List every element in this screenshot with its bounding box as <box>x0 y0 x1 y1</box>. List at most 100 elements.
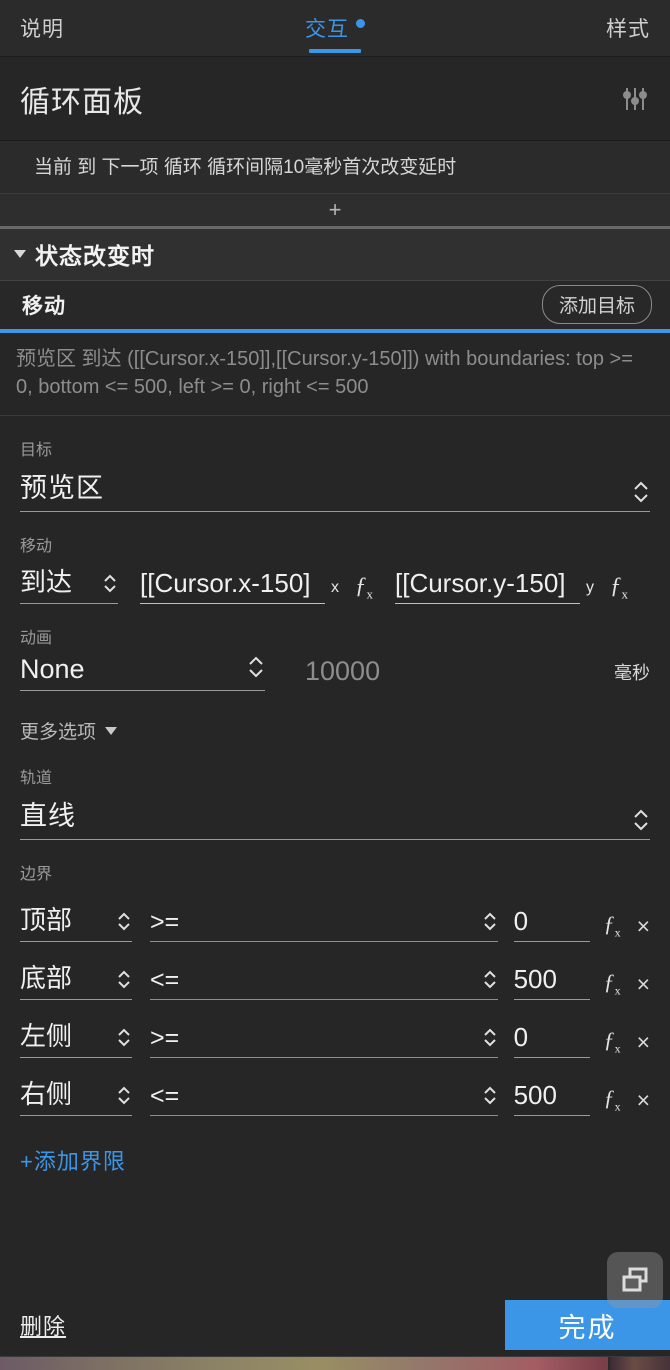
boundary-side-select[interactable]: 底部 <box>20 958 132 1001</box>
tab-interaction-label: 交互 <box>305 18 349 41</box>
boundary-operator-value: >= <box>150 908 180 937</box>
panel-title-bar: 循环面板 <box>0 57 670 141</box>
boundary-operator-value: <= <box>150 966 180 995</box>
remove-boundary-icon[interactable]: × <box>637 913 650 942</box>
duration-unit-label: 毫秒 <box>614 663 650 684</box>
animation-select-value: None <box>20 654 85 685</box>
caret-down-icon <box>105 726 118 735</box>
chevron-updown-icon <box>116 1026 132 1053</box>
boundary-operator-select[interactable]: <= <box>150 966 498 1001</box>
boundary-row: 顶部 >= 0 ƒx × <box>20 900 650 943</box>
boundary-operator-value: <= <box>150 1082 180 1111</box>
coord-y-value: [[Cursor.y-150] <box>395 568 566 599</box>
chevron-updown-icon <box>116 1084 132 1111</box>
duration-input[interactable]: 10000 <box>305 656 380 691</box>
boundary-value-input[interactable]: 0 <box>513 906 590 943</box>
chevron-updown-icon <box>632 807 650 833</box>
chevron-updown-icon <box>482 1026 498 1053</box>
boundary-value-text: 0 <box>513 1022 529 1053</box>
boundary-value-text: 0 <box>513 906 529 937</box>
boundary-row: 底部 <= 500 ƒx × <box>20 958 650 1001</box>
target-select[interactable]: 预览区 <box>20 466 650 513</box>
coord-x-axis-label: x <box>331 579 339 597</box>
floating-window-switch-button[interactable] <box>607 1252 663 1308</box>
action-form: 目标 预览区 移动 到达 [[Cursor.x-150] x ƒx [[Curs… <box>0 436 670 1177</box>
track-select[interactable]: 直线 <box>20 794 650 841</box>
chevron-updown-icon <box>482 1084 498 1111</box>
caret-down-icon <box>14 250 26 259</box>
add-interaction-button[interactable]: + <box>0 192 670 229</box>
animation-row: None 10000 毫秒 <box>20 654 650 692</box>
boundary-side-select[interactable]: 左侧 <box>20 1016 132 1059</box>
coord-x-value: [[Cursor.x-150] <box>140 568 311 599</box>
background-tab-corner <box>608 1357 670 1370</box>
boundary-side-select[interactable]: 顶部 <box>20 900 132 943</box>
action-description[interactable]: 预览区 到达 ([[Cursor.x-150]],[[Cursor.y-150]… <box>0 328 670 417</box>
tab-description-label: 说明 <box>20 18 64 41</box>
chevron-updown-icon <box>247 654 265 685</box>
chevron-updown-icon <box>116 910 132 937</box>
boundary-field-label: 边界 <box>20 866 53 884</box>
action-header: 移动 添加目标 <box>0 280 670 329</box>
footer-bar: 删除 完成 <box>0 1294 670 1356</box>
move-mode-value: 到达 <box>20 567 73 598</box>
boundary-side-value: 右侧 <box>20 1079 73 1110</box>
formula-icon[interactable]: ƒx <box>604 969 621 1000</box>
more-options-toggle[interactable]: 更多选项 <box>20 717 650 744</box>
remove-boundary-icon[interactable]: × <box>637 1087 650 1116</box>
track-select-value: 直线 <box>20 801 76 832</box>
boundary-value-input[interactable]: 500 <box>513 1080 590 1117</box>
tab-style[interactable]: 样式 <box>440 0 670 56</box>
sliders-icon[interactable] <box>620 86 650 112</box>
tab-interaction[interactable]: 交互 <box>230 0 440 56</box>
interaction-panel-app: 说明 交互 样式 循环面板 当前 到 下一项 循环 循环间隔10毫秒首次改变延时… <box>0 0 670 1370</box>
animation-select[interactable]: None <box>20 654 265 692</box>
formula-icon[interactable]: ƒx <box>604 1085 621 1116</box>
page-title: 循环面板 <box>20 85 144 119</box>
interaction-summary[interactable]: 当前 到 下一项 循环 循环间隔10毫秒首次改变延时 <box>0 141 670 193</box>
boundary-operator-select[interactable]: >= <box>150 908 498 943</box>
boundary-value-text: 500 <box>513 964 557 995</box>
move-row: 到达 [[Cursor.x-150] x ƒx [[Cursor.y-150] … <box>20 562 650 605</box>
boundary-operator-select[interactable]: >= <box>150 1024 498 1059</box>
boundary-operator-select[interactable]: <= <box>150 1082 498 1117</box>
formula-icon[interactable]: ƒx <box>604 911 621 942</box>
boundary-side-value: 左侧 <box>20 1021 73 1052</box>
top-tab-bar: 说明 交互 样式 <box>0 0 670 57</box>
add-limit-button[interactable]: +添加界限 <box>20 1144 650 1176</box>
formula-y-icon[interactable]: ƒx <box>610 573 628 605</box>
move-field-label: 移动 <box>20 538 53 556</box>
boundary-value-input[interactable]: 500 <box>513 964 590 1001</box>
boundary-operator-value: >= <box>150 1024 180 1053</box>
boundary-side-select[interactable]: 右侧 <box>20 1074 132 1117</box>
chevron-updown-icon <box>102 572 118 599</box>
boundary-row: 右侧 <= 500 ƒx × <box>20 1074 650 1117</box>
more-options-label: 更多选项 <box>20 722 97 744</box>
add-target-button[interactable]: 添加目标 <box>541 285 652 325</box>
coord-y-input[interactable]: [[Cursor.y-150] y <box>395 568 594 605</box>
chevron-updown-icon <box>632 479 650 505</box>
target-field-label: 目标 <box>20 442 53 460</box>
remove-boundary-icon[interactable]: × <box>637 1029 650 1058</box>
move-mode-select[interactable]: 到达 <box>20 562 118 605</box>
boundary-value-input[interactable]: 0 <box>513 1022 590 1059</box>
remove-boundary-icon[interactable]: × <box>637 971 650 1000</box>
coord-x-input[interactable]: [[Cursor.x-150] x <box>140 568 339 605</box>
boundary-side-value: 顶部 <box>20 905 73 936</box>
state-section-header[interactable]: 状态改变时 <box>0 228 670 281</box>
chevron-updown-icon <box>482 910 498 937</box>
multi-window-icon <box>622 1267 648 1292</box>
animation-field-label: 动画 <box>20 630 53 648</box>
coord-y-axis-label: y <box>586 579 594 597</box>
formula-x-icon[interactable]: ƒx <box>355 573 373 605</box>
formula-icon[interactable]: ƒx <box>604 1027 621 1058</box>
tab-modified-dot-icon <box>356 18 365 28</box>
tab-style-label: 样式 <box>606 18 650 41</box>
boundary-side-value: 底部 <box>20 963 73 994</box>
track-field-label: 轨道 <box>20 770 53 788</box>
target-select-value: 预览区 <box>20 473 104 504</box>
boundary-value-text: 500 <box>513 1080 557 1111</box>
tab-active-underline <box>309 49 361 53</box>
tab-description[interactable]: 说明 <box>0 0 230 56</box>
delete-button[interactable]: 删除 <box>20 1309 66 1341</box>
